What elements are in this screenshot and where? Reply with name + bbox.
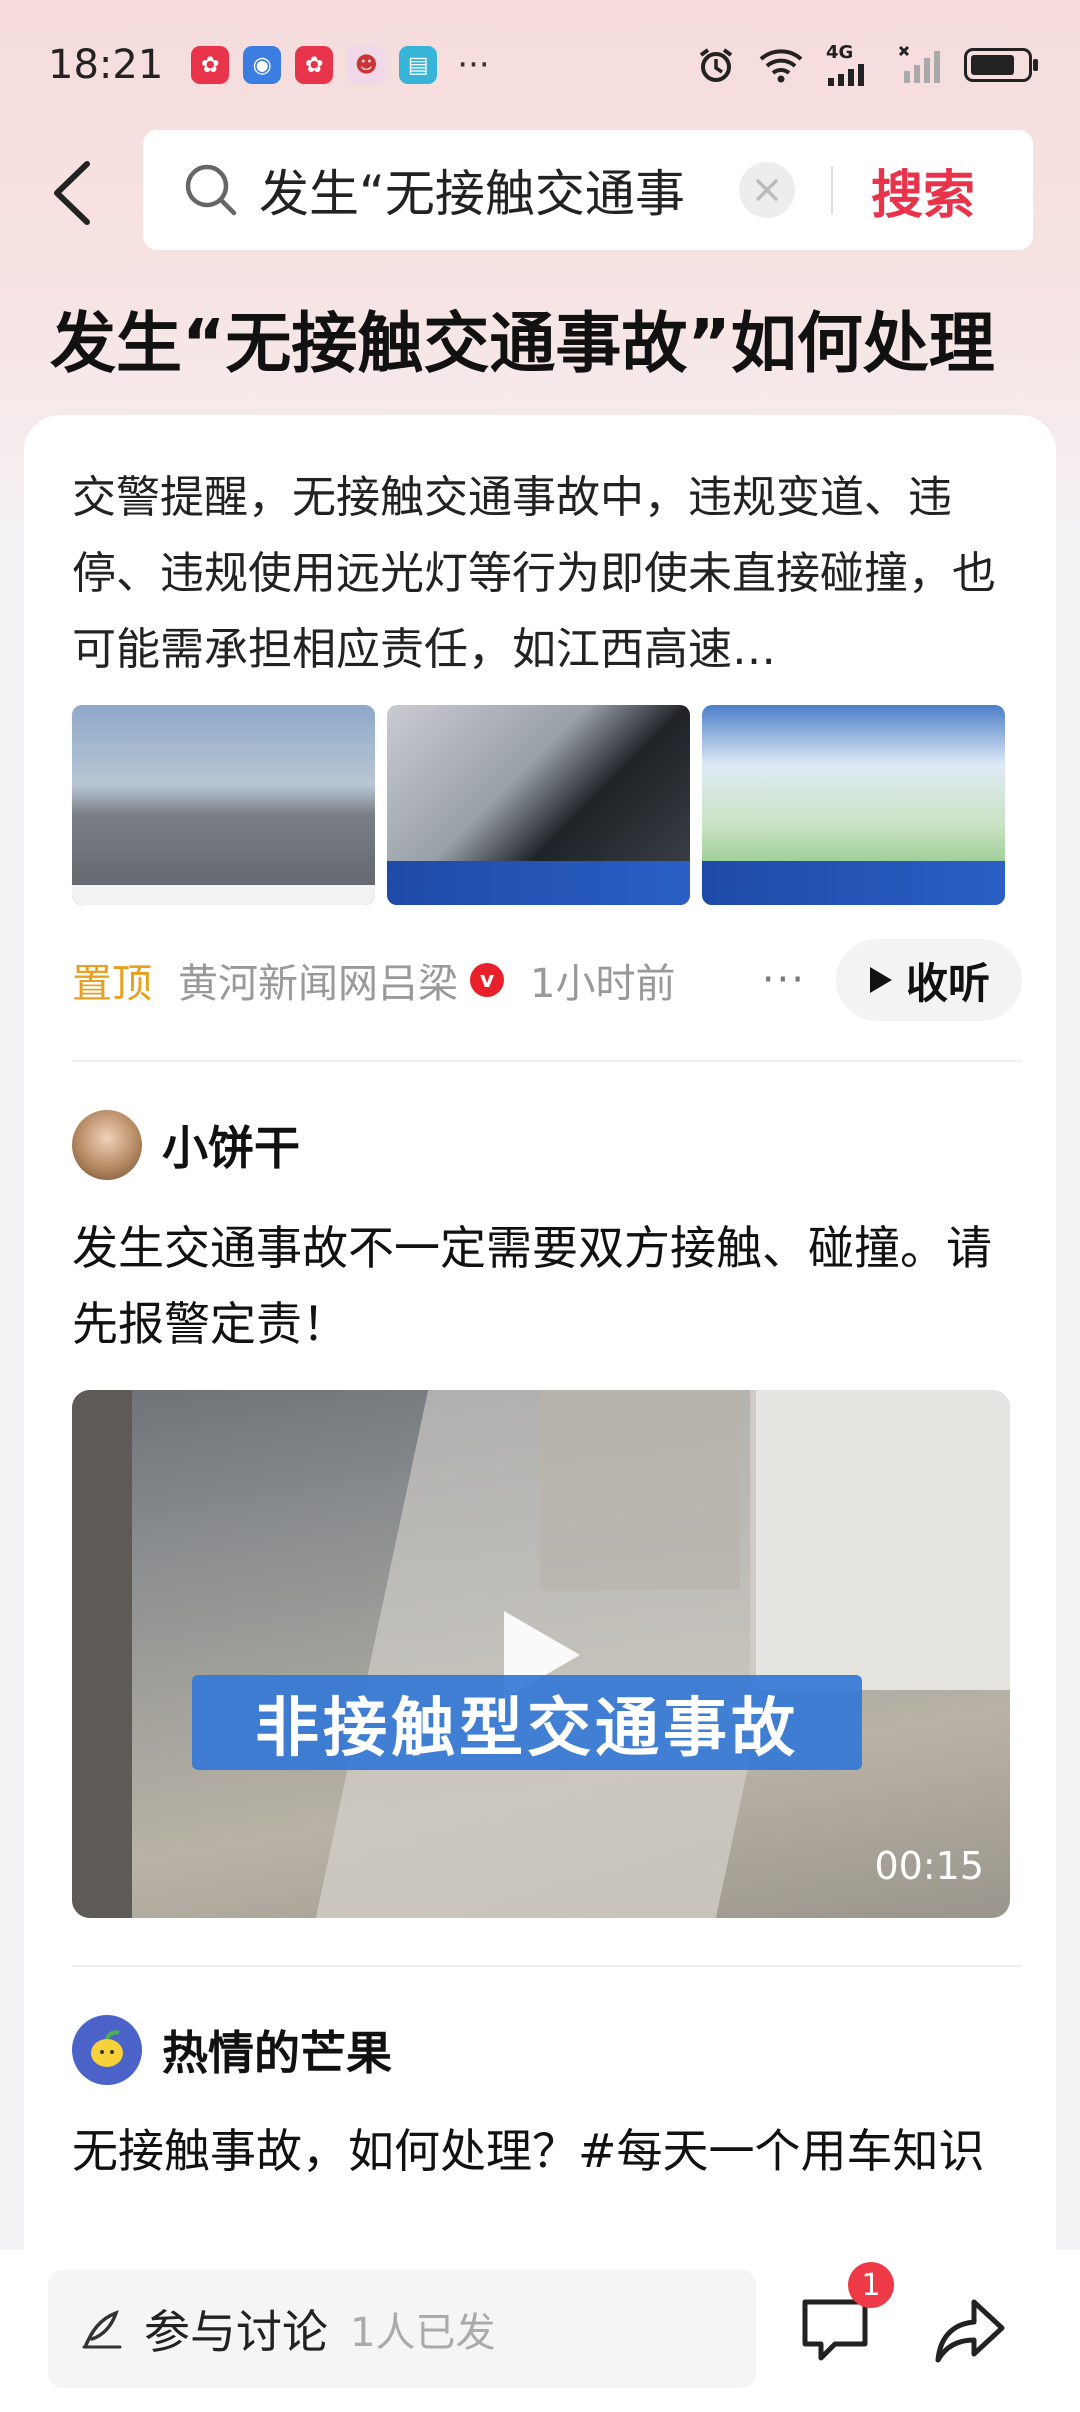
article-meta: 置顶 黄河新闻网吕梁 v 1小时前 ··· 收听 [72,935,1022,1025]
participant-count: 1人已发 [350,2310,496,2356]
divider [72,1965,1022,1967]
search-input[interactable]: 发生“无接触交通事 [259,154,719,226]
verified-icon: v [470,963,504,997]
pen-icon [82,2310,122,2349]
signal-sim2-icon [898,45,942,85]
content-card: 交警提醒，无接触交通事故中，违规变道、违停、违规使用远光灯等行为即使未直接碰撞，… [24,415,1056,2412]
post-text[interactable]: 无接触事故，如何处理？#每天一个用车知识 [72,2113,1032,2189]
avatar[interactable] [72,1110,142,1180]
post-author[interactable]: 小饼干 [72,1110,300,1180]
video-duration: 00:15 [874,1844,984,1888]
back-arrow-icon [54,160,90,225]
post-author[interactable]: 热情的芒果 [72,2015,392,2085]
wifi-icon [758,47,804,83]
search-button[interactable]: 搜索 [871,153,975,228]
app-notification-icon: ✿ [191,46,230,84]
clear-search-button[interactable] [739,162,795,218]
search-icon [185,164,237,216]
listen-button[interactable]: 收听 [836,939,1022,1021]
app-notification-icon: ✿ [295,46,334,84]
comment-count-badge: 1 [848,2262,894,2308]
video-caption: 非接触型交通事故 [192,1675,862,1770]
article-summary[interactable]: 交警提醒，无接触交通事故中，违规变道、违停、违规使用远光灯等行为即使未直接碰撞，… [72,460,1022,688]
discussion-input[interactable]: 参与讨论 1人已发 [48,2270,756,2388]
app-notification-icon: ▤ [399,46,438,84]
share-icon[interactable] [930,2290,1010,2370]
more-notifications-icon: ··· [457,45,490,85]
article-thumbnail[interactable] [702,705,1005,905]
alarm-icon [696,45,736,85]
divider [72,1060,1022,1062]
article-time: 1小时前 [530,961,676,1007]
video-player[interactable]: 非接触型交通事故 00:15 [72,1390,1010,1918]
network-type: 4G [826,42,854,63]
discussion-cta: 参与讨论 [144,2305,328,2359]
play-icon [869,967,892,993]
signal-4g-icon: 4G [826,44,876,86]
more-options-button[interactable]: ··· [762,957,806,1003]
app-notification-icon: ☻ [347,46,386,84]
page-title: 发生“无接触交通事故”如何处理 [50,305,995,382]
article-thumbnail[interactable] [72,705,375,905]
article-source[interactable]: 黄河新闻网吕梁 [178,951,458,1009]
pinned-label: 置顶 [72,961,152,1007]
username[interactable]: 小饼干 [162,1112,300,1178]
status-bar: 18:21 ✿ ◉ ✿ ☻ ▤ ··· 4G [0,0,1080,130]
search-divider [831,166,833,214]
avatar[interactable] [72,2015,142,2085]
article-thumbnails [72,705,1005,905]
close-icon [756,179,778,201]
post-text[interactable]: 发生交通事故不一定需要双方接触、碰撞。请先报警定责！ [72,1210,1032,1362]
battery-icon [964,48,1038,82]
search-header: 发生“无接触交通事 搜索 [0,130,1080,255]
bottom-bar: 参与讨论 1人已发 1 [0,2250,1080,2412]
article-thumbnail[interactable] [387,705,690,905]
app-notification-icon: ◉ [243,46,282,84]
listen-label: 收听 [905,958,990,1008]
status-time: 18:21 [48,42,164,88]
back-button[interactable] [36,150,106,235]
mango-avatar-icon [91,2030,123,2067]
username[interactable]: 热情的芒果 [162,2017,392,2083]
search-bar[interactable]: 发生“无接触交通事 搜索 [143,130,1033,250]
